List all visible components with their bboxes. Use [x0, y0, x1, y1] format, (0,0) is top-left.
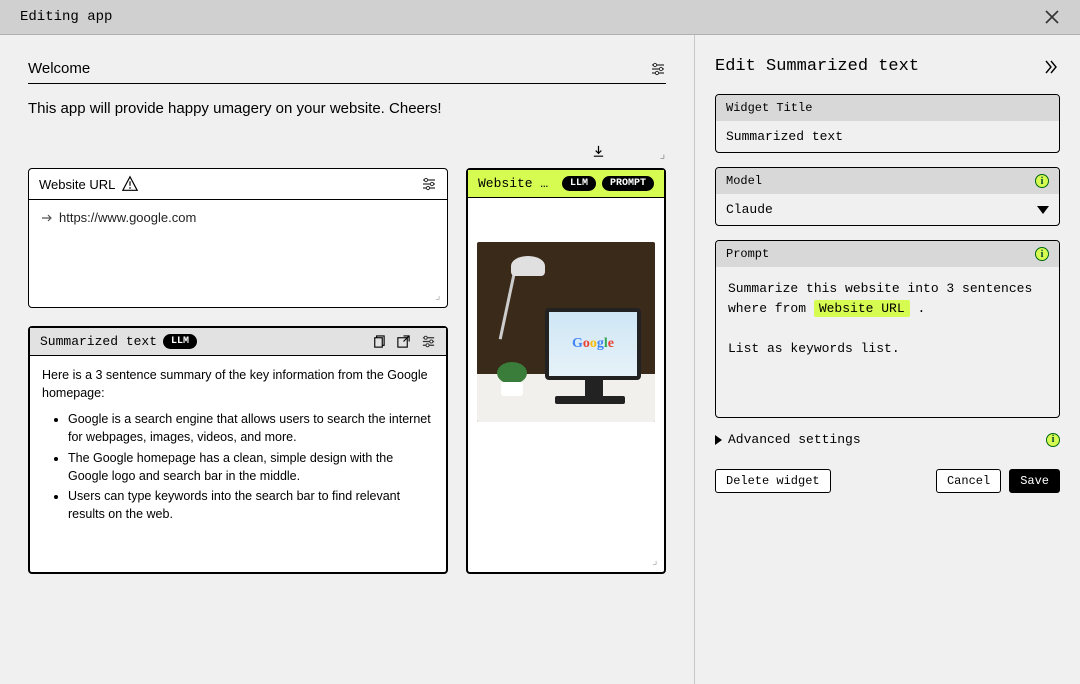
widget-title-input[interactable] [726, 129, 1049, 144]
collapse-panel-icon[interactable] [1042, 58, 1060, 76]
website-image-widget[interactable]: Website Im… LLM PROMPT [466, 168, 666, 574]
model-value: Claude [726, 202, 773, 217]
field-label: Model [726, 174, 762, 188]
advanced-settings-toggle[interactable]: Advanced settings [715, 432, 861, 447]
chevron-right-icon [715, 435, 722, 445]
resize-handle-icon[interactable]: ⌟ [434, 289, 441, 303]
prompt-badge: PROMPT [602, 176, 654, 191]
save-button[interactable]: Save [1009, 469, 1060, 493]
settings-sliders-icon[interactable] [650, 61, 666, 77]
llm-badge: LLM [163, 334, 197, 349]
prompt-text: List as keywords list. [728, 341, 900, 356]
open-external-icon[interactable] [396, 334, 411, 349]
widget-title-field: Widget Title [715, 94, 1060, 153]
editor-canvas: Welcome This app will provide happy umag… [0, 35, 695, 684]
close-icon[interactable] [1044, 9, 1060, 25]
variable-chip-website-url[interactable]: Website URL [814, 300, 910, 317]
list-item: Users can type keywords into the search … [68, 487, 434, 523]
warning-triangle-icon [121, 175, 139, 193]
summary-bullets: Google is a search engine that allows us… [42, 410, 434, 523]
app-title-input[interactable]: Welcome [28, 60, 90, 77]
copy-icon[interactable] [371, 334, 386, 349]
resize-handle-icon[interactable]: ⌟ [28, 147, 666, 162]
advanced-settings-label: Advanced settings [728, 432, 861, 447]
summary-output: Here is a 3 sentence summary of the key … [30, 356, 446, 572]
info-icon[interactable]: i [1035, 174, 1049, 188]
summarized-text-widget[interactable]: Summarized text LLM Here is a 3 sentence… [28, 326, 448, 574]
widget-title: Website Im… [478, 176, 556, 191]
model-select[interactable]: Claude [716, 194, 1059, 225]
generated-image: Google [477, 242, 655, 422]
widget-title: Summarized text [40, 334, 157, 349]
app-description[interactable]: This app will provide happy umagery on y… [28, 100, 666, 117]
arrow-right-icon [41, 212, 53, 224]
delete-widget-button[interactable]: Delete widget [715, 469, 831, 493]
field-label: Prompt [726, 247, 769, 261]
llm-badge: LLM [562, 176, 596, 191]
widget-settings-icon[interactable] [421, 334, 436, 349]
panel-title: Edit Summarized text [715, 57, 919, 76]
url-input[interactable]: https://www.google.com [41, 210, 435, 225]
prompt-editor[interactable]: Summarize this website into 3 sentences … [716, 267, 1059, 417]
resize-handle-icon[interactable]: ⌟ [651, 554, 658, 568]
model-field: Model i Claude [715, 167, 1060, 226]
edit-widget-panel: Edit Summarized text Widget Title Model … [695, 35, 1080, 684]
field-label: Widget Title [726, 101, 812, 115]
info-icon[interactable]: i [1046, 433, 1060, 447]
page-mode-title: Editing app [20, 9, 112, 25]
info-icon[interactable]: i [1035, 247, 1049, 261]
prompt-text: . [917, 301, 925, 316]
url-value-text: https://www.google.com [59, 210, 196, 225]
chevron-down-icon [1037, 206, 1049, 214]
download-icon[interactable] [591, 144, 606, 159]
prompt-field: Prompt i Summarize this website into 3 s… [715, 240, 1060, 418]
top-bar: Editing app [0, 0, 1080, 35]
website-url-widget[interactable]: Website URL https://www.google.com ⌟ [28, 168, 448, 308]
widget-title: Website URL [39, 177, 115, 192]
list-item: Google is a search engine that allows us… [68, 410, 434, 446]
widget-settings-icon[interactable] [421, 176, 437, 192]
summary-intro: Here is a 3 sentence summary of the key … [42, 366, 434, 402]
list-item: The Google homepage has a clean, simple … [68, 449, 434, 485]
cancel-button[interactable]: Cancel [936, 469, 1001, 493]
